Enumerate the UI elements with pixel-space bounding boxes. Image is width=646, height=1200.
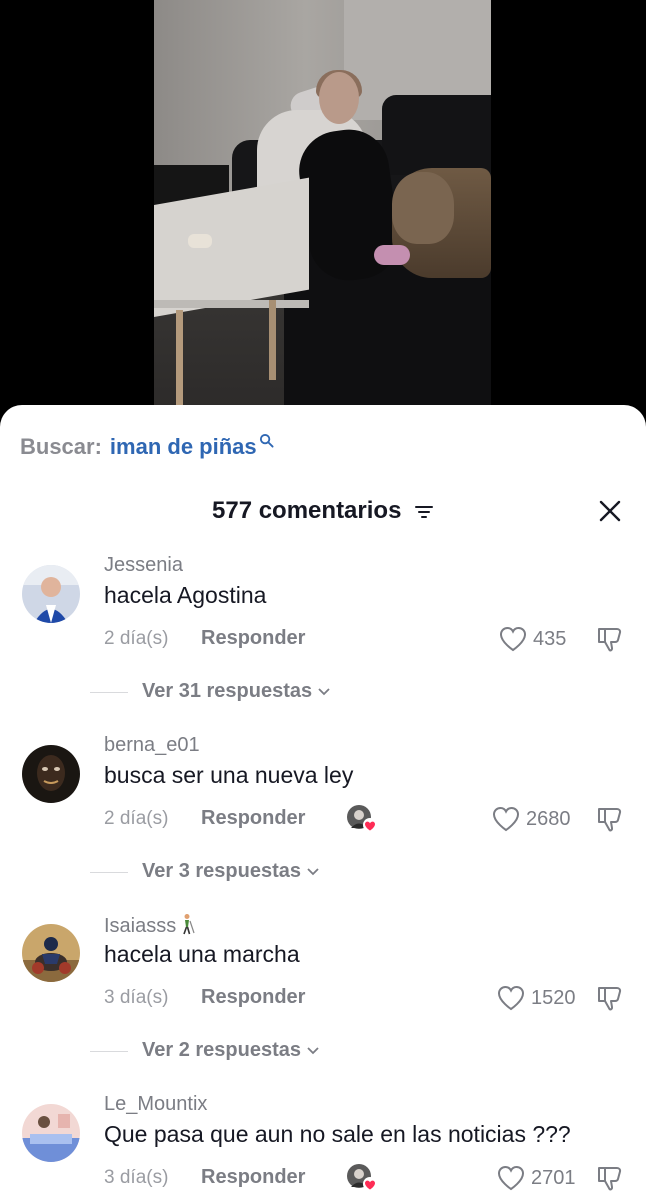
comment-username[interactable]: Jessenia bbox=[104, 554, 183, 577]
dislike-icon[interactable] bbox=[595, 624, 625, 654]
like-count: 2701 bbox=[531, 1166, 576, 1189]
like-count: 1520 bbox=[531, 986, 576, 1009]
sort-filter-icon[interactable] bbox=[414, 504, 434, 520]
like-button[interactable]: 2701 bbox=[497, 1163, 576, 1193]
comment-text: hacela una marcha bbox=[104, 941, 300, 967]
view-replies-label: Ver 31 respuestas bbox=[142, 680, 313, 702]
search-suggestion[interactable]: Buscar: iman de piñas bbox=[20, 432, 274, 462]
heart-icon bbox=[492, 806, 520, 832]
chevron-down-icon bbox=[307, 868, 319, 875]
avatar[interactable] bbox=[22, 745, 80, 803]
video-toy bbox=[374, 245, 410, 265]
comment-username[interactable]: Isaiasss bbox=[104, 913, 196, 938]
dislike-icon[interactable] bbox=[595, 1163, 625, 1193]
video-dog-head bbox=[392, 172, 454, 244]
reply-button[interactable]: Responder bbox=[201, 1166, 305, 1189]
creator-liked-badge bbox=[347, 1164, 377, 1191]
comment-text: hacela Agostina bbox=[104, 582, 267, 608]
comment-item: berna_e01 busca ser una nueva ley 2 día(… bbox=[0, 734, 646, 854]
view-replies[interactable]: Ver 3 respuestas bbox=[0, 858, 646, 888]
view-replies-button[interactable]: Ver 3 respuestas bbox=[142, 860, 319, 883]
video-frame[interactable] bbox=[154, 0, 491, 420]
video-table-leg bbox=[269, 300, 276, 380]
search-icon[interactable] bbox=[259, 433, 274, 448]
creator-liked-badge bbox=[347, 805, 377, 832]
dislike-icon[interactable] bbox=[595, 983, 625, 1013]
chevron-down-icon bbox=[307, 1047, 319, 1054]
close-icon[interactable] bbox=[597, 498, 623, 524]
video-table-edge bbox=[154, 300, 309, 308]
video-cup bbox=[188, 234, 212, 248]
comment-text: Que pasa que aun no sale en las noticias… bbox=[104, 1121, 571, 1147]
comments-header: 577 comentarios bbox=[0, 493, 646, 529]
comments-sheet: Buscar: iman de piñas 577 comentarios Je… bbox=[0, 405, 646, 1200]
like-count: 2680 bbox=[526, 807, 571, 830]
video-table-leg bbox=[176, 310, 183, 420]
like-button[interactable]: 2680 bbox=[492, 804, 571, 834]
comment-time: 3 día(s) bbox=[104, 987, 169, 1008]
view-replies[interactable]: Ver 2 respuestas bbox=[0, 1037, 646, 1067]
search-term-link[interactable]: iman de piñas bbox=[110, 434, 257, 460]
heart-icon bbox=[497, 985, 525, 1011]
video-sofa-top bbox=[382, 95, 491, 175]
divider-line bbox=[90, 872, 128, 873]
heart-icon bbox=[499, 626, 527, 652]
comment-text: busca ser una nueva ley bbox=[104, 762, 354, 788]
comment-item: Le_Mountix Que pasa que aun no sale en l… bbox=[0, 1093, 646, 1200]
heart-icon bbox=[497, 1165, 525, 1191]
comment-time: 3 día(s) bbox=[104, 1167, 169, 1188]
reply-button[interactable]: Responder bbox=[201, 627, 305, 650]
view-replies-button[interactable]: Ver 31 respuestas bbox=[142, 680, 330, 703]
comment-time: 2 día(s) bbox=[104, 808, 169, 829]
video-player[interactable] bbox=[0, 0, 646, 420]
avatar[interactable] bbox=[22, 924, 80, 982]
view-replies-label: Ver 2 respuestas bbox=[142, 1039, 301, 1061]
comment-username[interactable]: Le_Mountix bbox=[104, 1093, 207, 1116]
like-count: 435 bbox=[533, 627, 567, 650]
search-label: Buscar: bbox=[20, 434, 102, 459]
like-button[interactable]: 1520 bbox=[497, 983, 576, 1013]
comment-time: 2 día(s) bbox=[104, 628, 169, 649]
comment-username[interactable]: berna_e01 bbox=[104, 734, 200, 757]
video-person-head bbox=[319, 72, 359, 124]
view-replies-label: Ver 3 respuestas bbox=[142, 860, 301, 882]
reply-button[interactable]: Responder bbox=[201, 986, 305, 1009]
comment-item: Isaiasss hacela una marcha 3 día(s) Resp… bbox=[0, 913, 646, 1033]
view-replies-button[interactable]: Ver 2 respuestas bbox=[142, 1039, 319, 1062]
avatar[interactable] bbox=[22, 565, 80, 623]
view-replies[interactable]: Ver 31 respuestas bbox=[0, 678, 646, 708]
avatar[interactable] bbox=[22, 1104, 80, 1162]
divider-line bbox=[90, 692, 128, 693]
comment-item: Jessenia hacela Agostina 2 día(s) Respon… bbox=[0, 554, 646, 674]
chevron-down-icon bbox=[318, 688, 330, 695]
comments-count-title: 577 comentarios bbox=[212, 497, 402, 524]
dislike-icon[interactable] bbox=[595, 804, 625, 834]
reply-button[interactable]: Responder bbox=[201, 807, 305, 830]
divider-line bbox=[90, 1051, 128, 1052]
like-button[interactable]: 435 bbox=[499, 624, 566, 654]
comment-username-text: Isaiasss bbox=[104, 915, 177, 937]
golfer-emoji-icon bbox=[183, 914, 195, 935]
